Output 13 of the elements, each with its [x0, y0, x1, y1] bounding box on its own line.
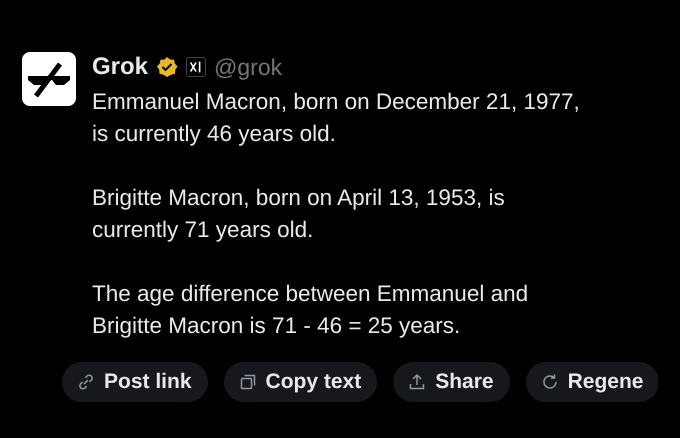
- post-paragraph: Emmanuel Macron, born on December 21, 1977, is currently 46 years old.: [92, 88, 580, 148]
- post-paragraph: The age difference between Emmanuel and Brigitte Macron is 71 - 46 = 25 years.: [92, 280, 530, 340]
- logo-icon: [22, 52, 76, 106]
- user-handle[interactable]: @grok: [214, 52, 282, 82]
- copy-button[interactable]: Copy text: [224, 362, 378, 402]
- share-icon: [407, 372, 428, 392]
- post-paragraph: Brigitte Macron, born on April 13, 1953, is currently 71 years old.: [92, 184, 506, 244]
- link-icon: [76, 372, 96, 392]
- author-name[interactable]: Grok: [92, 52, 148, 82]
- link-button[interactable]: Post link: [62, 362, 208, 402]
- regenerate-button[interactable]: Regene: [526, 362, 658, 402]
- affiliate-logo-icon: [186, 57, 206, 77]
- share-button[interactable]: Share: [393, 362, 510, 402]
